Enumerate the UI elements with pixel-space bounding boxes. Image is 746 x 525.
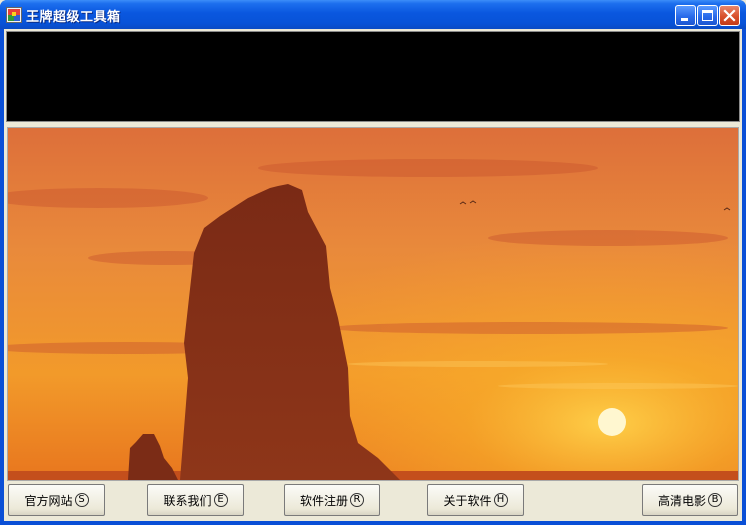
title-bar[interactable]: 王牌超级工具箱 — [0, 0, 746, 29]
banner-panel — [6, 31, 740, 122]
register-software-hotkey: R — [350, 493, 364, 507]
about-software-button[interactable]: 关于软件 H — [427, 484, 524, 516]
about-software-hotkey: H — [493, 493, 508, 507]
close-button[interactable] — [719, 5, 740, 26]
button-bar: 官方网站 S 联系我们 E 软件注册 R 关于软件 H 高清电影 B — [4, 481, 742, 521]
app-window: 王牌超级工具箱 官方网站 S 联系我们 E 软件注册 R 关于软件 H 高清电影… — [0, 0, 746, 525]
close-icon — [723, 9, 736, 22]
about-software-label: 关于软件 — [443, 493, 492, 508]
client-area: 官方网站 S 联系我们 E 软件注册 R 关于软件 H 高清电影 B — [4, 29, 742, 521]
sunset-image — [7, 127, 739, 481]
contact-us-label: 联系我们 — [163, 493, 212, 508]
app-icon — [6, 7, 22, 23]
hd-movies-button[interactable]: 高清电影 B — [642, 484, 738, 516]
official-website-button[interactable]: 官方网站 S — [8, 484, 105, 516]
window-title: 王牌超级工具箱 — [26, 10, 121, 25]
register-software-label: 软件注册 — [299, 493, 348, 508]
contact-us-button[interactable]: 联系我们 E — [147, 484, 244, 516]
hd-movies-hotkey: B — [708, 493, 722, 507]
minimize-button[interactable] — [675, 5, 696, 26]
minimize-icon — [681, 18, 688, 21]
official-website-label: 官方网站 — [24, 493, 73, 508]
hd-movies-label: 高清电影 — [657, 493, 706, 508]
maximize-button[interactable] — [697, 5, 718, 26]
contact-us-hotkey: E — [213, 493, 228, 507]
register-software-button[interactable]: 软件注册 R — [284, 484, 380, 516]
official-website-hotkey: S — [74, 493, 89, 507]
maximize-icon — [702, 10, 713, 21]
